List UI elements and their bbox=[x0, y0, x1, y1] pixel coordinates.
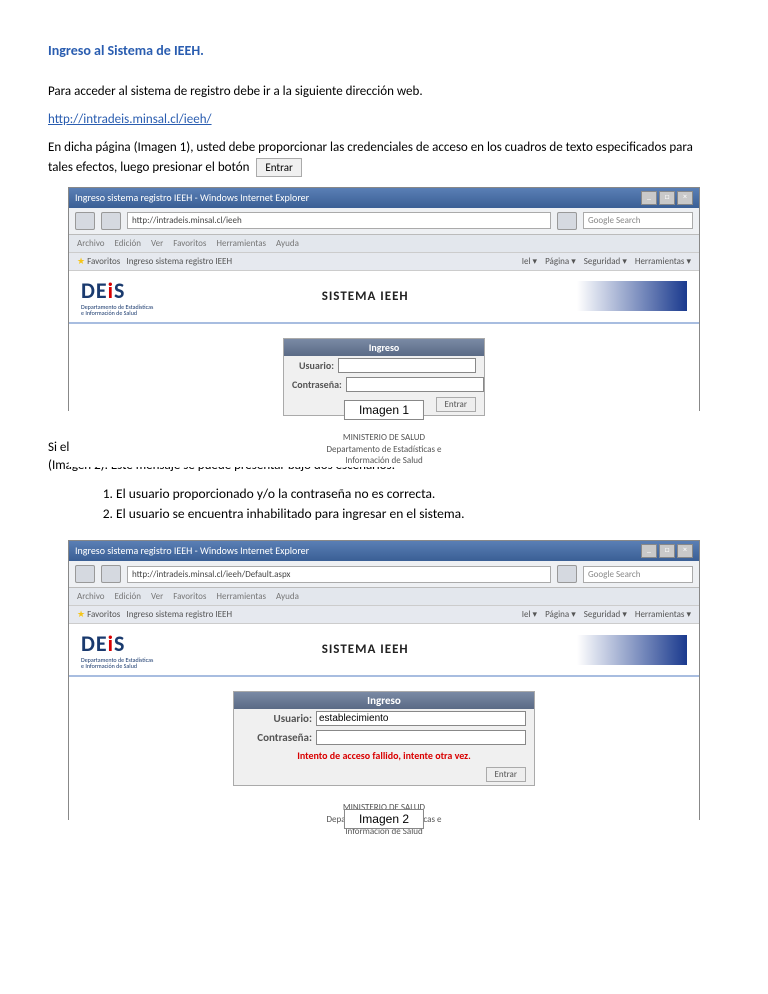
logo-subtitle: Departamento de Estadísticase Informació… bbox=[81, 304, 153, 316]
contrasena-input[interactable] bbox=[316, 730, 526, 745]
header-gradient bbox=[577, 635, 687, 665]
maximize-icon: □ bbox=[659, 191, 675, 205]
contrasena-input[interactable] bbox=[346, 377, 484, 392]
star-icon: ★ bbox=[77, 256, 85, 267]
entrar-button[interactable]: Entrar bbox=[486, 767, 526, 782]
caption-2: Imagen 2 bbox=[344, 809, 424, 829]
tab-label: Ingreso sistema registro IEEH bbox=[126, 256, 232, 267]
usuario-input[interactable] bbox=[338, 358, 476, 373]
logo-subtitle: Departamento de Estadísticase Informació… bbox=[81, 657, 153, 669]
maximize-icon: □ bbox=[659, 544, 675, 558]
list-item: El usuario proporcionado y/o la contrase… bbox=[116, 485, 720, 502]
search-box: Google Search bbox=[583, 212, 693, 229]
url-link[interactable]: http://intradeis.minsal.cl/ieeh/ bbox=[48, 112, 212, 127]
minimize-icon: _ bbox=[641, 191, 657, 205]
error-message: Intento de acceso fallido, intente otra … bbox=[234, 747, 534, 764]
menu-bar: ArchivoEdiciónVerFavoritosHerramientasAy… bbox=[69, 588, 699, 606]
menu-bar: ArchivoEdiciónVerFavoritosHerramientasAy… bbox=[69, 235, 699, 253]
para-intro: Para acceder al sistema de registro debe… bbox=[48, 83, 720, 101]
header-gradient bbox=[577, 281, 687, 311]
minimize-icon: _ bbox=[641, 544, 657, 558]
usuario-input[interactable] bbox=[316, 711, 526, 726]
back-icon bbox=[75, 565, 95, 583]
usuario-label: Usuario: bbox=[242, 712, 316, 725]
login-header: Ingreso bbox=[234, 692, 534, 709]
para-instructions: En dicha página (Imagen 1), usted debe p… bbox=[48, 139, 720, 177]
caption-1: Imagen 1 bbox=[344, 400, 424, 420]
forward-icon bbox=[101, 565, 121, 583]
scenario-list: El usuario proporcionado y/o la contrase… bbox=[76, 485, 720, 522]
address-bar: http://intradeis.minsal.cl/ieeh bbox=[127, 212, 551, 229]
system-name: SISTEMA IEEH bbox=[153, 289, 577, 304]
window-title: Ingreso sistema registro IEEH - Windows … bbox=[75, 544, 309, 558]
favorites-label: Favoritos bbox=[87, 256, 120, 267]
system-name: SISTEMA IEEH bbox=[153, 642, 577, 657]
figure-1: Ingreso sistema registro IEEH - Windows … bbox=[68, 187, 700, 411]
forward-icon bbox=[101, 212, 121, 230]
doc-title: Ingreso al Sistema de IEEH. bbox=[48, 42, 720, 59]
deis-logo: DEiS bbox=[81, 630, 153, 657]
contrasena-label: Contraseña: bbox=[292, 378, 346, 391]
tab-label: Ingreso sistema registro IEEH bbox=[126, 609, 232, 620]
close-icon: × bbox=[677, 544, 693, 558]
back-icon bbox=[75, 212, 95, 230]
favorites-label: Favoritos bbox=[87, 609, 120, 620]
usuario-label: Usuario: bbox=[292, 359, 338, 372]
entrar-button[interactable]: Entrar bbox=[436, 397, 476, 412]
list-item: El usuario se encuentra inhabilitado par… bbox=[116, 505, 720, 522]
close-icon: × bbox=[677, 191, 693, 205]
address-bar: http://intradeis.minsal.cl/ieeh/Default.… bbox=[127, 566, 551, 583]
ministerio-footer: MINISTERIO DE SALUDDepartamento de Estad… bbox=[69, 432, 699, 467]
figure-2: Ingreso sistema registro IEEH - Windows … bbox=[68, 540, 700, 820]
refresh-icon bbox=[557, 565, 577, 583]
window-title: Ingreso sistema registro IEEH - Windows … bbox=[75, 191, 309, 205]
refresh-icon bbox=[557, 212, 577, 230]
login-header: Ingreso bbox=[284, 339, 484, 356]
deis-logo: DEiS bbox=[81, 277, 153, 304]
search-box: Google Search bbox=[583, 566, 693, 583]
entrar-inline-button: Entrar bbox=[256, 158, 301, 177]
contrasena-label: Contraseña: bbox=[242, 731, 316, 744]
star-icon: ★ bbox=[77, 609, 85, 620]
